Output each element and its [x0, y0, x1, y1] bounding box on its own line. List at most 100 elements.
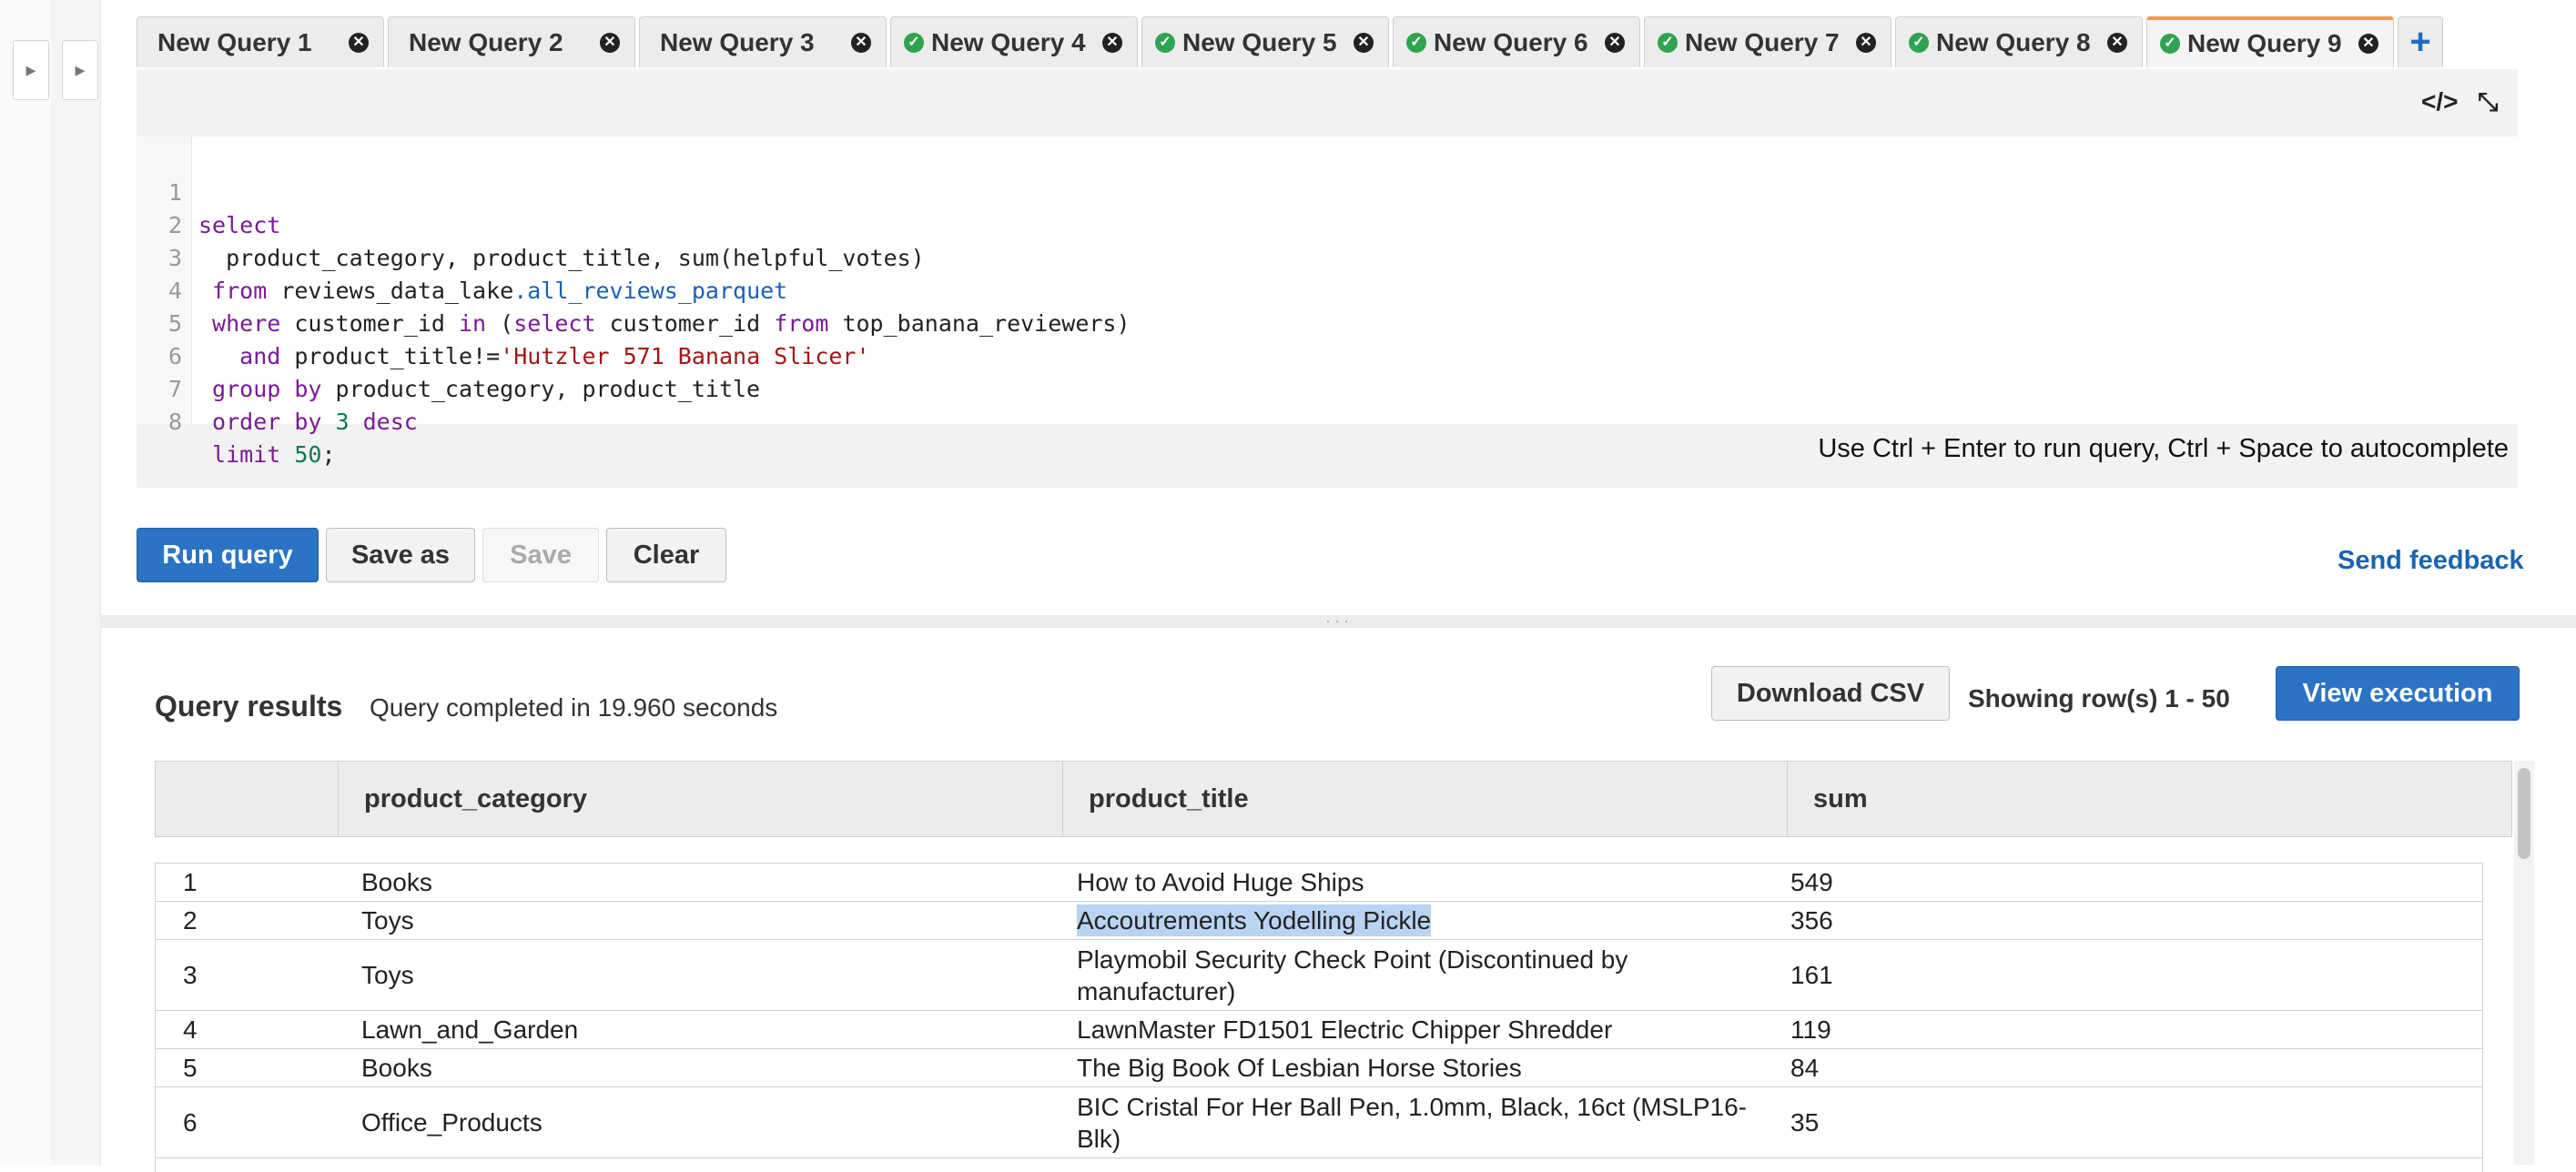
view-execution-button[interactable]: View execution: [2276, 666, 2520, 721]
tab-label: New Query 3: [660, 27, 815, 56]
tab-new-query-6[interactable]: ✓ New Query 6 ✕: [1393, 16, 1640, 67]
row-number: 2: [183, 906, 198, 935]
check-circle-icon: ✓: [2160, 34, 2180, 54]
secondary-rail: [51, 0, 101, 1165]
check-circle-icon: ✓: [1155, 32, 1175, 53]
close-icon[interactable]: ✕: [851, 32, 871, 53]
query-status: Query completed in 19.960 seconds: [370, 693, 778, 722]
sql-keyword: select: [513, 310, 596, 337]
sql-text: product_category, product_title, sum(hel…: [198, 245, 925, 271]
tab-new-query-4[interactable]: ✓ New Query 4 ✕: [890, 16, 1138, 67]
cell-product-category: Toys: [361, 906, 414, 935]
cell-product-title: Accoutrements Yodelling Pickle: [1077, 902, 1769, 939]
format-code-icon[interactable]: </>: [2421, 87, 2458, 116]
row-count: Showing row(s) 1 - 50: [1968, 684, 2230, 712]
close-icon[interactable]: ✕: [1605, 32, 1625, 53]
table-row[interactable]: 5 Books The Big Book Of Lesbian Horse St…: [156, 1049, 2482, 1087]
cell-product-category: Books: [361, 868, 432, 896]
tab-label: New Query 8: [1936, 27, 2091, 56]
close-icon[interactable]: ✕: [1354, 32, 1374, 53]
close-icon[interactable]: ✕: [1856, 32, 1876, 53]
tab-label: New Query 9: [2187, 29, 2342, 57]
table-row[interactable]: 1 Books How to Avoid Huge Ships 549: [156, 864, 2482, 902]
row-number: 6: [183, 1108, 198, 1137]
line-number: 8: [167, 409, 182, 435]
row-number: 4: [183, 1015, 198, 1044]
sql-number: 50: [280, 441, 322, 468]
tab-new-query-3[interactable]: New Query 3 ✕: [639, 16, 887, 67]
query-tabs: New Query 1 ✕ New Query 2 ✕ New Query 3 ✕ ✓…: [137, 16, 2443, 69]
tab-new-query-7[interactable]: ✓ New Query 7 ✕: [1644, 16, 1891, 67]
save-button[interactable]: Save: [482, 528, 599, 582]
tab-new-query-5[interactable]: ✓ New Query 5 ✕: [1141, 16, 1389, 67]
cell-sum: 356: [1790, 906, 1833, 935]
chevron-right-icon: ▸: [75, 58, 86, 81]
drag-handle-icon[interactable]: ···: [1325, 612, 1353, 629]
cell-product-category: Books: [361, 1054, 432, 1082]
code-line: 6 group by product_category, product_tit…: [137, 308, 760, 402]
sql-text: product_title!=: [280, 343, 501, 369]
close-icon[interactable]: ✕: [600, 32, 620, 53]
sql-keyword: limit: [198, 441, 281, 468]
check-circle-icon: ✓: [1658, 32, 1678, 53]
download-csv-button[interactable]: Download CSV: [1711, 666, 1950, 721]
close-icon[interactable]: ✕: [2107, 32, 2127, 53]
code-line: 7 order by 3 desc: [137, 340, 418, 435]
cell-product-category: Office_Products: [361, 1108, 543, 1137]
chevron-right-icon: ▸: [25, 58, 36, 81]
row-number: 3: [183, 961, 198, 989]
code-line: 3 from reviews_data_lake.all_reviews_par…: [137, 209, 787, 304]
table-row[interactable]: 4 Lawn_and_Garden LawnMaster FD1501 Elec…: [156, 1011, 2482, 1049]
sql-text: (: [486, 310, 514, 337]
table-row[interactable]: 3 Toys Playmobil Security Check Point (D…: [156, 940, 2482, 1011]
cell-product-title: The Big Book Of Lesbian Horse Stories: [1077, 1054, 1522, 1082]
table-row[interactable]: 6 Office_Products BIC Cristal For Her Ba…: [156, 1087, 2482, 1158]
query-editor-panel: </> ⤡ 1 select 2 product_category, produ…: [137, 69, 2518, 488]
results-scrollbar[interactable]: [2514, 761, 2534, 1165]
scrollbar-thumb[interactable]: [2518, 768, 2530, 859]
close-icon[interactable]: ✕: [2358, 34, 2378, 54]
code-line: 4 where customer_id in (select customer_…: [137, 242, 1131, 337]
tab-new-query-8[interactable]: ✓ New Query 8 ✕: [1895, 16, 2143, 67]
check-circle-icon: ✓: [1406, 32, 1426, 53]
add-tab-button[interactable]: +: [2398, 16, 2443, 67]
send-feedback-link[interactable]: Send feedback: [2338, 546, 2524, 576]
sql-text: top_banana_reviewers): [828, 310, 1131, 337]
column-header-product-category[interactable]: product_category: [338, 762, 1062, 836]
table-row[interactable]: 2 Toys Accoutrements Yodelling Pickle 35…: [156, 902, 2482, 940]
keyboard-hint: Use Ctrl + Enter to run query, Ctrl + Sp…: [1818, 434, 2509, 463]
sql-keyword: in: [458, 310, 487, 337]
cell-product-title: BIC Cristal For Her Ball Pen, 1.0mm, Bla…: [1077, 1092, 1747, 1153]
tab-new-query-1[interactable]: New Query 1 ✕: [137, 16, 384, 67]
sql-number: 3: [321, 409, 350, 435]
expand-sidebar-button[interactable]: ▸: [13, 40, 49, 100]
sql-keyword: from: [774, 310, 829, 337]
left-rail: ▸: [0, 0, 52, 1165]
cell-product-title: LawnMaster FD1501 Electric Chipper Shred…: [1077, 1015, 1613, 1044]
sql-string: 'Hutzler 571 Banana Slicer': [500, 343, 870, 369]
column-header-product-title[interactable]: product_title: [1062, 762, 1787, 836]
cell-sum: 84: [1790, 1054, 1820, 1082]
close-icon[interactable]: ✕: [1102, 32, 1122, 53]
cell-product-title: How to Avoid Huge Ships: [1077, 868, 1364, 896]
run-query-button[interactable]: Run query: [137, 528, 319, 582]
sql-text: customer_id: [595, 310, 775, 337]
column-header-index[interactable]: [156, 762, 338, 836]
row-number: 5: [183, 1054, 198, 1082]
check-circle-icon: ✓: [1909, 32, 1929, 53]
sql-text: reviews_data_lake: [267, 278, 514, 304]
cell-product-category: Toys: [361, 961, 414, 989]
tab-label: New Query 6: [1434, 27, 1588, 56]
clear-button[interactable]: Clear: [606, 528, 726, 582]
code-line: 2 product_category, product_title, sum(h…: [137, 177, 925, 271]
minimize-icon[interactable]: ⤡: [2478, 87, 2498, 117]
tab-new-query-9[interactable]: ✓ New Query 9 ✕: [2146, 16, 2394, 67]
cell-product-title: Playmobil Security Check Point (Disconti…: [1077, 945, 1628, 1005]
save-as-button[interactable]: Save as: [326, 528, 475, 582]
column-header-sum[interactable]: sum: [1787, 762, 2511, 836]
sql-text: ;: [321, 441, 336, 468]
tab-new-query-2[interactable]: New Query 2 ✕: [388, 16, 635, 67]
expand-panel-button[interactable]: ▸: [62, 40, 98, 100]
close-icon[interactable]: ✕: [349, 32, 369, 53]
sql-editor[interactable]: 1 select 2 product_category, product_tit…: [137, 136, 2518, 468]
